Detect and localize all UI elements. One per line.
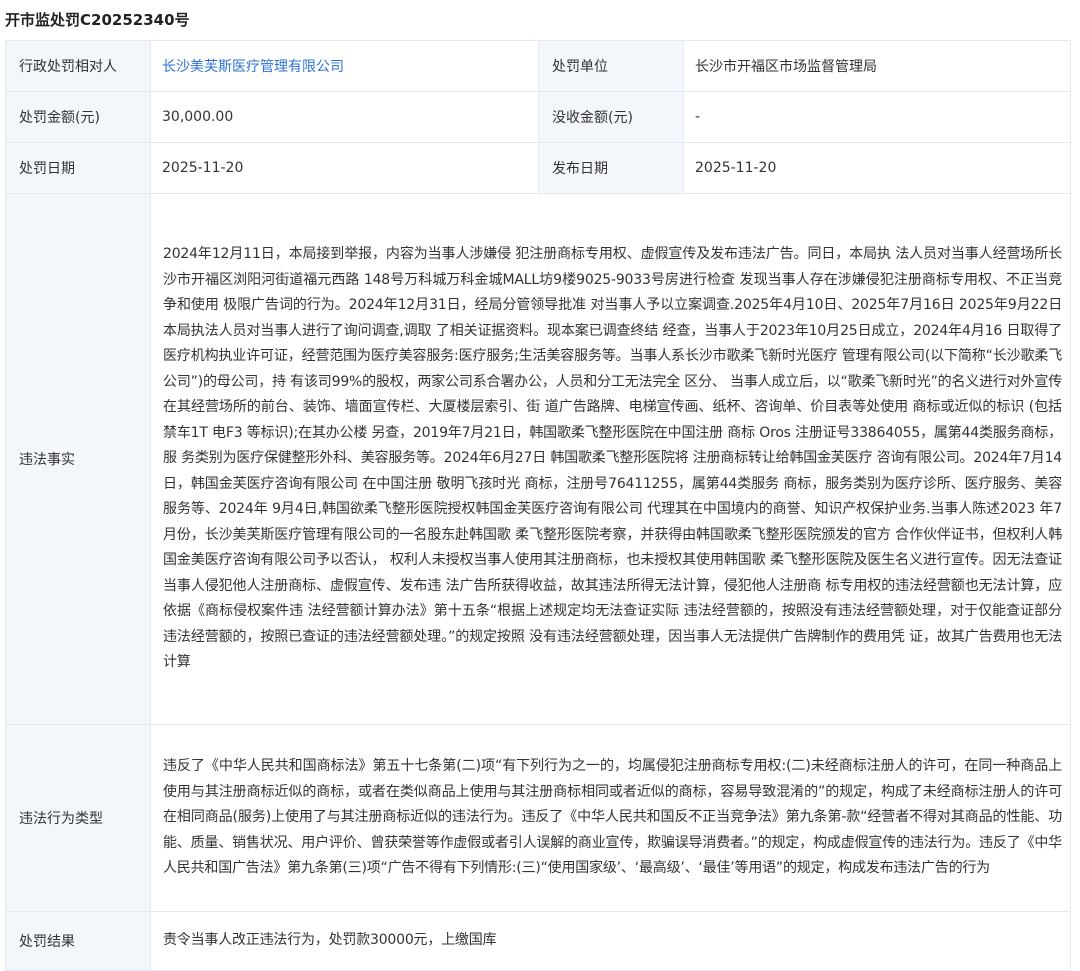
amount-value: 30,000.00: [150, 91, 539, 143]
table-row: 处罚日期 2025-11-20 发布日期 2025-11-20: [5, 142, 1071, 194]
result-label: 处罚结果: [5, 911, 151, 971]
party-label: 行政处罚相对人: [5, 40, 151, 92]
document-title: 开市监处罚C20252340号: [5, 11, 190, 29]
date-value: 2025-11-20: [150, 142, 539, 194]
table-row: 违法事实 2024年12月11日，本局接到举报，内容为当事人涉嫌侵 犯注册商标专…: [5, 193, 1071, 725]
confiscation-value: -: [683, 91, 1071, 143]
facts-value: 2024年12月11日，本局接到举报，内容为当事人涉嫌侵 犯注册商标专用权、虚假…: [150, 193, 1071, 725]
table-row: 行政处罚相对人 长沙美芙斯医疗管理有限公司 处罚单位 长沙市开福区市场监督管理局: [5, 40, 1071, 92]
types-value: 违反了《中华人民共和国商标法》第五十七条第(二)项“有下列行为之一的，均属侵犯注…: [150, 724, 1071, 912]
party-link[interactable]: 长沙美芙斯医疗管理有限公司: [162, 59, 344, 75]
table-row: 处罚结果 责令当事人改正违法行为，处罚款30000元，上缴国库: [5, 911, 1071, 971]
amount-label: 处罚金额(元): [5, 91, 151, 143]
date-label: 处罚日期: [5, 142, 151, 194]
types-label: 违法行为类型: [5, 724, 151, 912]
penalty-info-table: 行政处罚相对人 长沙美芙斯医疗管理有限公司 处罚单位 长沙市开福区市场监督管理局…: [5, 40, 1071, 971]
table-row: 处罚金额(元) 30,000.00 没收金额(元) -: [5, 91, 1071, 143]
confiscation-label: 没收金额(元): [538, 91, 684, 143]
table-row: 违法行为类型 违反了《中华人民共和国商标法》第五十七条第(二)项“有下列行为之一…: [5, 724, 1071, 912]
unit-label: 处罚单位: [538, 40, 684, 92]
result-value: 责令当事人改正违法行为，处罚款30000元，上缴国库: [150, 911, 1071, 971]
facts-label: 违法事实: [5, 193, 151, 725]
publish-label: 发布日期: [538, 142, 684, 194]
publish-value: 2025-11-20: [683, 142, 1071, 194]
party-value-cell: 长沙美芙斯医疗管理有限公司: [150, 40, 539, 92]
unit-value: 长沙市开福区市场监督管理局: [683, 40, 1071, 92]
